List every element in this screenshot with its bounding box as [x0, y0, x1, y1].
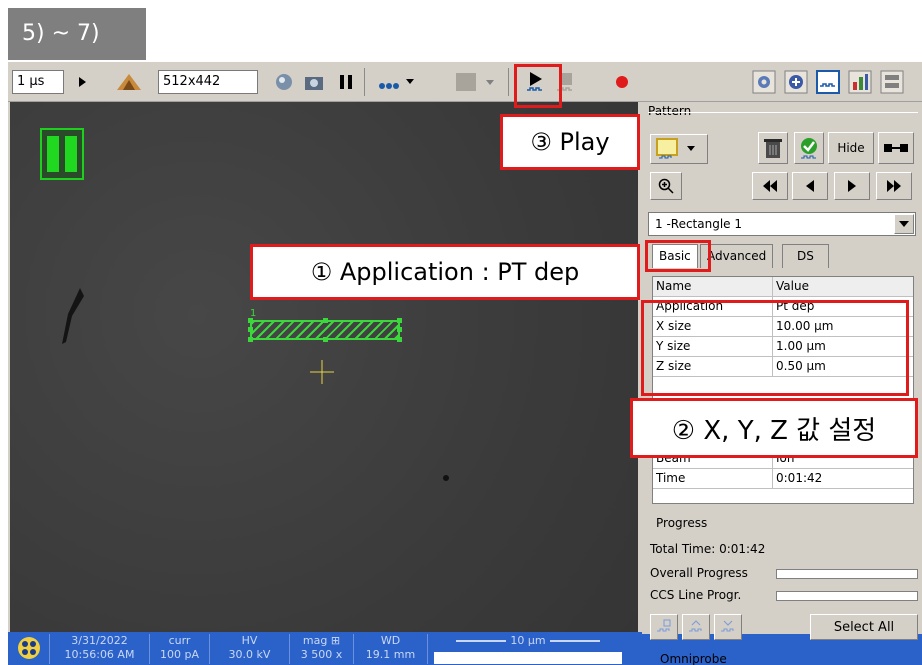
mag-value: 3 500 x [300, 648, 343, 661]
pattern-select-value: 1 -Rectangle 1 [655, 217, 743, 231]
pattern-select[interactable]: 1 -Rectangle 1 [648, 212, 916, 236]
zoom-in-icon[interactable] [650, 172, 682, 200]
delete-trash-icon[interactable] [758, 132, 788, 164]
hv-value: 30.0 kV [228, 648, 271, 661]
curr-label: curr [168, 634, 191, 647]
last-pattern-icon[interactable] [876, 172, 912, 200]
row-name: Time [653, 469, 773, 488]
status-time: 10:56:06 AM [64, 648, 135, 661]
layout-page-icon[interactable] [878, 68, 906, 96]
sample-particle-2 [443, 475, 449, 481]
slide-label: 5) ~ 7) [8, 8, 146, 60]
application-callout: ① Application : PT dep [250, 244, 640, 300]
snapshot-camera-icon[interactable] [300, 68, 328, 96]
paused-indicator-icon [40, 128, 84, 180]
xyz-highlight-box [641, 300, 909, 396]
status-date: 3/31/2022 [71, 634, 128, 647]
basic-tab-highlight-box [645, 240, 711, 272]
sample-particle-1 [62, 288, 84, 344]
next-pattern-icon[interactable] [834, 172, 870, 200]
detector-dropdown-icon[interactable] [374, 68, 418, 96]
ccs-progress-bar [776, 591, 918, 601]
patterning-page-icon[interactable] [814, 68, 842, 96]
hide-button[interactable]: Hide [828, 132, 874, 164]
ccs-progress-label: CCS Line Progr. [650, 588, 742, 602]
gear-settings-icon[interactable] [750, 68, 778, 96]
wd-label: WD [380, 634, 401, 647]
column-header-value: Value [776, 279, 809, 293]
camera-lens-icon[interactable] [270, 68, 298, 96]
pattern-link-icon[interactable] [878, 132, 914, 164]
total-time: Total Time: 0:01:42 [650, 542, 766, 556]
play-callout: ③ Play [500, 114, 640, 170]
ion-beam-image-view[interactable]: 1 [10, 102, 638, 632]
color-swatch-dropdown-icon[interactable] [452, 68, 502, 96]
rectangle-pattern[interactable] [248, 318, 402, 342]
overall-progress-label: Overall Progress [650, 566, 748, 580]
pattern-group-label: Pattern [648, 104, 692, 118]
dwell-time-field[interactable]: 1 µs [12, 70, 64, 94]
chevron-down-icon[interactable] [894, 214, 914, 234]
progress-group-label: Progress [656, 516, 708, 530]
alignment-icon[interactable] [782, 68, 810, 96]
toolbar: 1 µs 512x442 [8, 62, 922, 102]
pattern-tool-2-icon[interactable] [682, 614, 710, 640]
scale-bar-label: 10 µm [510, 634, 546, 647]
curr-value: 100 pA [160, 648, 199, 661]
check-pattern-icon[interactable] [794, 132, 824, 164]
hv-label: HV [241, 634, 258, 647]
record-icon[interactable] [608, 68, 636, 96]
scale-bar: 10 µm [434, 634, 622, 648]
omniprobe-group-label: Omniprobe [660, 652, 727, 665]
play-highlight-box [514, 64, 562, 108]
rectangle-shape-dropdown[interactable] [650, 134, 708, 164]
select-all-button[interactable]: Select All [810, 614, 918, 640]
beam-icon[interactable] [112, 68, 148, 96]
pattern-tool-3-icon[interactable] [714, 614, 742, 640]
first-pattern-icon[interactable] [752, 172, 788, 200]
status-bar: 3/31/2022 10:56:06 AM curr 100 pA HV 30.… [8, 632, 922, 665]
wd-value: 19.1 mm [365, 648, 416, 661]
row-value[interactable]: 0:01:42 [773, 469, 913, 488]
xyz-callout: ② X, Y, Z 값 설정 [630, 398, 918, 458]
table-row[interactable]: Time 0:01:42 [653, 469, 913, 489]
column-header-name: Name [653, 277, 773, 296]
resolution-field[interactable]: 512x442 [158, 70, 258, 94]
pattern-tool-1-icon[interactable] [650, 614, 678, 640]
chart-page-icon[interactable] [846, 68, 874, 96]
crosshair-icon [310, 360, 334, 384]
table-header: Name Value [653, 277, 913, 297]
overall-progress-bar [776, 569, 918, 579]
pause-scan-icon[interactable] [332, 68, 360, 96]
fei-logo-icon [8, 634, 50, 664]
tab-ds[interactable]: DS [782, 244, 829, 268]
previous-pattern-icon[interactable] [792, 172, 828, 200]
mag-label: mag ⊞ [302, 634, 341, 647]
play-arrow-small-icon[interactable] [68, 68, 96, 96]
